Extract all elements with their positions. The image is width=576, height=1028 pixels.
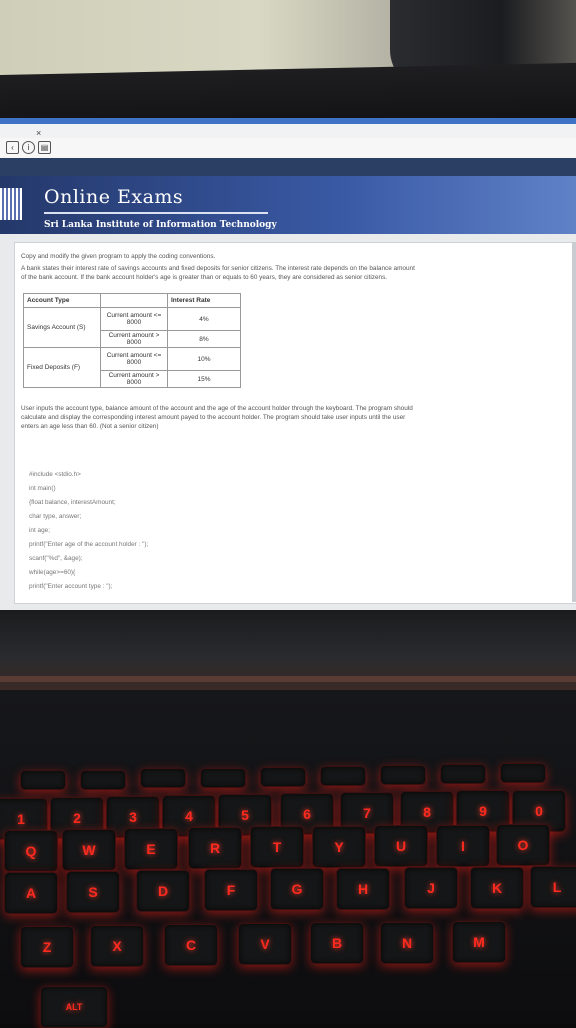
function-key[interactable] [20,770,66,790]
account-type-cell: Fixed Deposits (F) [23,347,101,388]
key-e[interactable]: E [124,828,178,870]
condition-cell: Current amount <= 8000 [100,347,168,371]
site-title: Online Exams [44,186,184,208]
key-c[interactable]: C [164,924,218,966]
table-row: Savings Account (S) Current amount <= 80… [23,307,241,348]
site-header: Online Exams Sri Lanka Institute of Info… [0,176,576,234]
table-header: Interest Rate [167,293,241,308]
function-key[interactable] [200,768,246,788]
rate-cell: 8% [167,330,241,348]
key-l[interactable]: L [530,866,576,908]
sliit-logo [0,188,22,220]
code-line: int main() [29,485,56,492]
key-v[interactable]: V [238,923,292,965]
function-key[interactable] [140,768,186,788]
function-key[interactable] [500,763,546,783]
interest-rate-table: Account Type Interest Rate Savings Accou… [23,293,241,388]
laptop-hinge [0,676,576,682]
key-o[interactable]: O [496,824,550,866]
condition-cell: Current amount <= 8000 [100,307,168,331]
function-key[interactable] [440,764,486,784]
code-line: #include <stdio.h> [29,471,81,478]
backlit-keyboard: 1 2 3 4 5 6 7 8 9 0 Q W E R T Y U I O A … [0,690,576,1028]
table-header: Account Type [23,293,101,308]
function-key[interactable] [260,767,306,787]
key-u[interactable]: U [374,825,428,867]
key-q[interactable]: Q [4,830,58,872]
key-i[interactable]: I [436,825,490,867]
key-r[interactable]: R [188,827,242,869]
question-text-line: of the bank account. If the bank account… [21,274,388,281]
condition-cell: Current amount > 8000 [100,370,168,388]
question-paragraph-line: User inputs the account type, balance am… [21,405,413,412]
key-n[interactable]: N [380,922,434,964]
key-y[interactable]: Y [312,826,366,868]
code-line: scanf("%d", &age); [29,555,83,562]
key-s[interactable]: S [66,871,120,913]
function-key[interactable] [80,770,126,790]
key-b[interactable]: B [310,922,364,964]
code-line: char type, answer; [29,513,82,520]
question-paragraph-line: enters an age less than 60. (Not a senio… [21,423,159,430]
title-divider [44,212,268,214]
key-h[interactable]: H [336,868,390,910]
function-key[interactable] [380,765,426,785]
question-paragraph-line: calculate and display the corresponding … [21,414,406,421]
page-scrollbar[interactable] [572,242,576,602]
rate-cell: 10% [167,347,241,371]
key-d[interactable]: D [136,870,190,912]
table-header [100,293,168,308]
key-t[interactable]: T [250,826,304,868]
key-g[interactable]: G [270,868,324,910]
code-line: printf("Enter age of the account holder … [29,541,149,548]
code-line: int age; [29,527,50,534]
table-row: Fixed Deposits (F) Current amount <= 800… [23,347,241,388]
key-j[interactable]: J [404,867,458,909]
code-line: while(age>=60){ [29,569,76,576]
laptop-screen: × ‹ i ▤ Online Exams Sri Lanka Institute… [0,118,576,610]
instruction-line: Copy and modify the given program to app… [21,253,216,260]
header-top-band [0,158,576,176]
back-icon[interactable]: ‹ [6,141,19,154]
site-subtitle: Sri Lanka Institute of Information Techn… [44,220,277,230]
condition-cell: Current amount > 8000 [100,330,168,348]
key-a[interactable]: A [4,872,58,914]
browser-toolbar: ‹ i ▤ [0,138,576,159]
key-f[interactable]: F [204,869,258,911]
key-k[interactable]: K [470,867,524,909]
page-icon[interactable]: ▤ [38,141,51,154]
code-line: printf("Enter account type : "); [29,583,113,590]
question-panel: Copy and modify the given program to app… [14,242,576,604]
key-m[interactable]: M [452,921,506,963]
key-w[interactable]: W [62,829,116,871]
tab-close-icon[interactable]: × [36,128,41,138]
info-icon[interactable]: i [22,141,35,154]
key-x[interactable]: X [90,925,144,967]
code-line: {float balance, interestAmount; [29,499,116,506]
question-text-line: A bank states their interest rate of sav… [21,265,415,272]
rate-cell: 4% [167,307,241,331]
account-type-cell: Savings Account (S) [23,307,101,348]
function-key[interactable] [320,766,366,786]
rate-cell: 15% [167,370,241,388]
key-alt[interactable]: ALT [40,986,108,1028]
key-z[interactable]: Z [20,926,74,968]
